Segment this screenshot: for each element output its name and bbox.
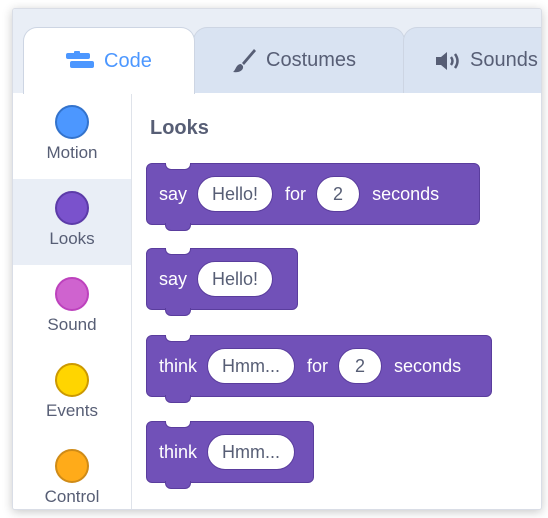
say-for-secs-block[interactable]: say Hello! for 2 seconds [146,163,480,231]
category-looks[interactable]: Looks [13,179,131,265]
editor-window: Code Costumes Sounds Motion Looks Sound … [12,8,542,510]
motion-dot-icon [55,105,89,139]
think-block[interactable]: think Hmm... [146,421,314,489]
block-keyword: say [159,268,188,289]
tab-costumes[interactable]: Costumes [193,27,405,93]
palette-heading: Looks [150,117,209,139]
tab-code[interactable]: Code [23,27,195,94]
message-input[interactable]: Hmm... [207,434,296,470]
block-tab [165,481,191,489]
block-keyword: think [159,355,198,376]
say-block[interactable]: say Hello! [146,248,298,316]
message-input[interactable]: Hmm... [207,348,296,384]
events-dot-icon [55,363,89,397]
category-label: Events [46,401,98,420]
block-notch [165,335,191,342]
block-keyword: for [285,183,307,204]
category-label: Sound [47,315,97,334]
block-keyword: seconds [372,183,440,204]
think-for-secs-block[interactable]: think Hmm... for 2 seconds [146,335,492,403]
block-keyword: think [159,441,198,462]
paintbrush-icon [230,47,258,75]
tab-costumes-label: Costumes [266,49,357,71]
block-keyword: say [159,183,188,204]
tab-sounds-label: Sounds [470,49,538,71]
category-control[interactable]: Control [13,437,131,509]
speaker-icon [434,50,462,72]
tab-code-label: Code [104,49,152,72]
category-sound[interactable]: Sound [13,265,131,351]
seconds-input[interactable]: 2 [338,348,383,384]
block-tab [165,223,191,231]
category-label: Motion [46,143,98,162]
category-events[interactable]: Events [13,351,131,437]
block-palette: Looks say Hello! for 2 seconds say Hello… [132,93,541,509]
code-blocks-icon [66,51,96,71]
tab-sounds[interactable]: Sounds [403,27,541,93]
seconds-input[interactable]: 2 [316,176,361,212]
message-input[interactable]: Hello! [197,176,274,212]
block-tab [165,308,191,316]
block-keyword: for [307,355,329,376]
control-dot-icon [55,449,89,483]
sound-dot-icon [55,277,89,311]
category-menu: Motion Looks Sound Events Control [13,93,132,509]
category-label: Control [44,487,100,506]
block-notch [165,248,191,255]
category-motion[interactable]: Motion [13,93,131,179]
message-input[interactable]: Hello! [197,261,274,297]
block-notch [165,421,191,428]
block-notch [165,163,191,170]
category-label: Looks [49,229,95,248]
block-tab [165,395,191,403]
block-keyword: seconds [394,355,462,376]
tab-bar: Code Costumes Sounds [13,9,541,94]
looks-dot-icon [55,191,89,225]
